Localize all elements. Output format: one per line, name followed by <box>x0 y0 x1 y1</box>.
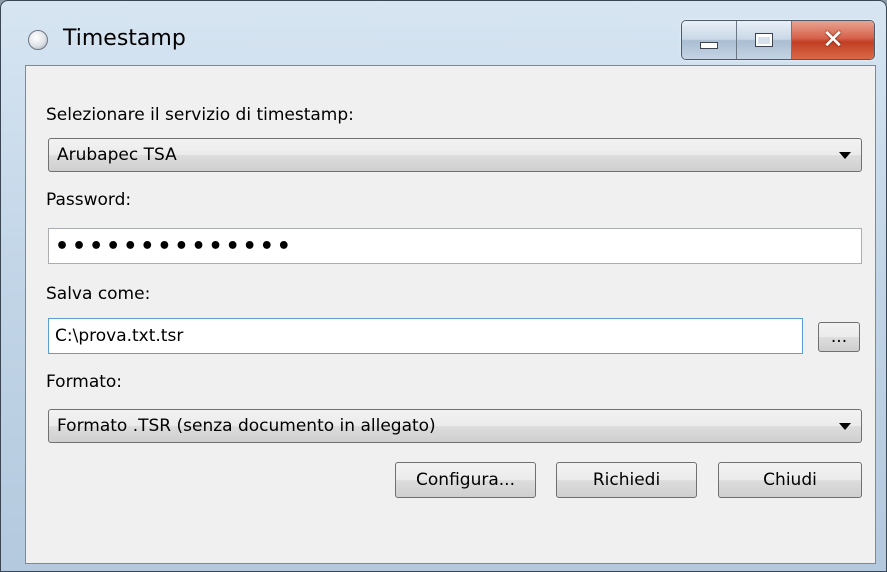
chevron-down-icon <box>839 423 851 430</box>
dialog-body: Selezionare il servizio di timestamp: Ar… <box>25 65 876 564</box>
clock-icon <box>28 30 48 50</box>
chevron-down-icon <box>839 152 851 159</box>
maximize-icon <box>755 33 773 47</box>
password-value: •••••••••••••• <box>55 233 294 259</box>
close-icon: ✕ <box>822 25 844 55</box>
minimize-button[interactable] <box>682 21 737 59</box>
close-button[interactable]: Chiudi <box>718 462 862 498</box>
request-button[interactable]: Richiedi <box>556 462 697 498</box>
timestamp-window: Timestamp ✕ Selezionare il servizio di t… <box>0 0 887 572</box>
title-bar[interactable]: Timestamp ✕ <box>1 1 886 65</box>
configure-button[interactable]: Configura... <box>395 462 536 498</box>
format-label: Formato: <box>46 372 123 392</box>
minimize-icon <box>700 41 718 49</box>
window-controls: ✕ <box>681 20 875 60</box>
close-window-button[interactable]: ✕ <box>792 21 874 59</box>
save-as-label: Salva come: <box>46 284 151 304</box>
save-as-value: C:\prova.txt.tsr <box>55 326 184 346</box>
password-label: Password: <box>46 190 132 210</box>
service-label: Selezionare il servizio di timestamp: <box>46 105 354 125</box>
browse-button[interactable]: ... <box>818 322 860 352</box>
service-select-value: Arubapec TSA <box>57 145 177 165</box>
window-title: Timestamp <box>63 26 186 51</box>
password-field[interactable]: •••••••••••••• <box>48 228 862 264</box>
format-select-value: Formato .TSR (senza documento in allegat… <box>57 416 436 436</box>
service-select[interactable]: Arubapec TSA <box>48 138 862 172</box>
save-as-field[interactable]: C:\prova.txt.tsr <box>48 318 803 354</box>
format-select[interactable]: Formato .TSR (senza documento in allegat… <box>48 409 862 443</box>
maximize-button[interactable] <box>737 21 792 59</box>
